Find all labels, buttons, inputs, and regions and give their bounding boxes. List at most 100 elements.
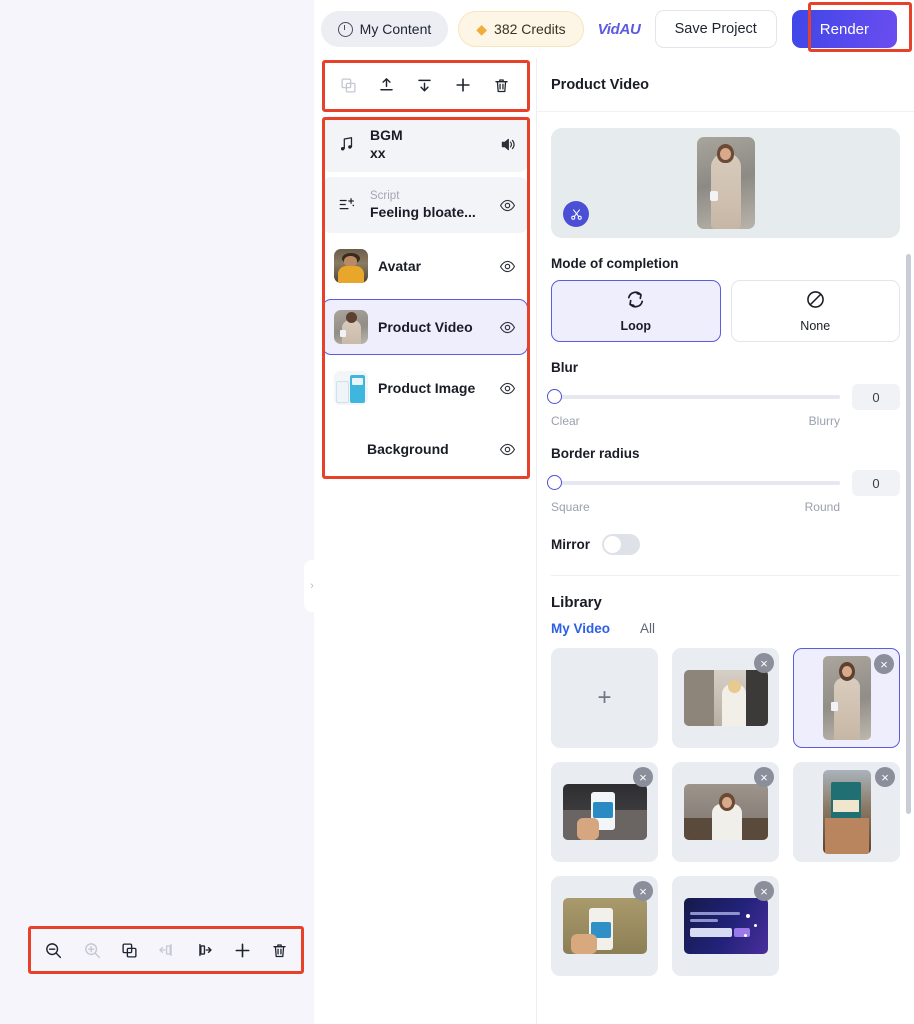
mode-options: Loop None (551, 280, 900, 342)
border-radius-slider-thumb[interactable] (547, 475, 562, 490)
library-grid: + × × × × × × × (551, 648, 900, 976)
layer-text: Script Feeling bloate... (370, 189, 488, 222)
library-item[interactable]: × (672, 876, 779, 976)
mode-option-none[interactable]: None (730, 280, 900, 342)
remove-icon[interactable]: × (754, 881, 774, 901)
canvas-area[interactable]: › (0, 0, 320, 1024)
border-radius-slider[interactable] (547, 475, 840, 490)
library-item[interactable]: × (672, 762, 779, 862)
layer-title: BGM (370, 126, 403, 143)
remove-icon[interactable]: × (874, 654, 894, 674)
split-right-icon[interactable] (195, 941, 213, 959)
library-item[interactable]: × (793, 762, 900, 862)
library-title: Library (551, 594, 602, 611)
send-to-back-icon[interactable] (416, 77, 433, 94)
eye-icon[interactable] (498, 258, 516, 275)
zoom-out-icon[interactable] (44, 941, 63, 960)
tab-all[interactable]: All (640, 621, 655, 636)
layer-title: Feeling bloate... (370, 204, 476, 221)
library-thumbnail (562, 898, 647, 954)
layer-thumbnail (334, 310, 368, 344)
layer-title: Product Video (378, 318, 473, 335)
eye-icon[interactable] (498, 380, 516, 397)
library-thumbnail (683, 898, 768, 954)
mirror-toggle[interactable] (602, 534, 641, 555)
remove-icon[interactable]: × (633, 767, 653, 787)
layer-row-bgm[interactable]: BGM xx (322, 116, 528, 172)
remove-icon[interactable]: × (875, 767, 895, 787)
blur-slider-thumb[interactable] (547, 389, 562, 404)
tab-my-video[interactable]: My Video (551, 621, 610, 636)
library-add-button[interactable]: + (551, 648, 658, 748)
delete-icon[interactable] (271, 942, 288, 959)
my-content-label: My Content (359, 21, 432, 37)
library-item[interactable]: × (551, 876, 658, 976)
plus-icon: + (597, 684, 612, 711)
layer-text: Background (334, 440, 488, 459)
mirror-row: Mirror (551, 534, 900, 555)
library-item-selected[interactable]: × (793, 648, 900, 748)
delete-icon[interactable] (493, 77, 510, 94)
clip-preview[interactable] (551, 128, 900, 238)
border-radius-slider-endpoints: Square Round (551, 500, 900, 514)
blur-slider[interactable] (547, 389, 840, 404)
properties-scrollbar[interactable] (906, 254, 911, 814)
remove-icon[interactable]: × (754, 653, 774, 673)
properties-panel: Product Video Mode of completion Loop No… (536, 58, 914, 1024)
eye-icon[interactable] (498, 319, 516, 336)
library-tabs: My Video All (551, 621, 900, 636)
scissors-icon[interactable] (563, 201, 589, 227)
blur-max-label: Blurry (808, 414, 840, 428)
border-radius-value[interactable]: 0 (852, 470, 900, 496)
layer-row-avatar[interactable]: Avatar (322, 238, 528, 294)
library-item[interactable]: × (672, 648, 779, 748)
library-thumbnail (822, 656, 871, 740)
zoom-in-icon[interactable] (83, 941, 102, 960)
music-icon (334, 135, 360, 153)
remove-icon[interactable]: × (754, 767, 774, 787)
script-icon (334, 196, 360, 214)
duplicate-icon[interactable] (340, 77, 357, 94)
blur-slider-endpoints: Clear Blurry (551, 414, 900, 428)
app-root: › My Content ◆ 382 Credits VidAU Save Pr… (0, 0, 914, 1024)
layer-thumbnail (334, 249, 368, 283)
mirror-label: Mirror (551, 537, 591, 552)
layer-text: Product Image (378, 379, 488, 398)
layer-row-script[interactable]: Script Feeling bloate... (322, 177, 528, 233)
add-icon[interactable] (454, 76, 472, 94)
layer-kind-label: Script (370, 189, 400, 202)
layer-row-product-video[interactable]: Product Video (322, 299, 528, 355)
remove-icon[interactable]: × (633, 881, 653, 901)
border-radius-max-label: Round (804, 500, 840, 514)
layer-title: Product Image (378, 379, 476, 396)
render-button[interactable]: Render (791, 10, 897, 48)
blur-min-label: Clear (551, 414, 580, 428)
credits-badge[interactable]: ◆ 382 Credits (458, 11, 584, 47)
credits-label: 382 Credits (494, 21, 566, 37)
library-item[interactable]: × (551, 762, 658, 862)
save-project-button[interactable]: Save Project (654, 10, 777, 48)
split-left-icon[interactable] (158, 941, 176, 959)
properties-body: Mode of completion Loop None Blur 0 Clea… (537, 112, 914, 976)
layer-text: Avatar (378, 257, 488, 276)
add-icon[interactable] (233, 941, 252, 960)
library-thumbnail (822, 770, 871, 854)
my-content-button[interactable]: My Content (320, 11, 449, 47)
bring-to-front-icon[interactable] (378, 77, 395, 94)
eye-icon[interactable] (498, 197, 516, 214)
volume-icon[interactable] (498, 136, 516, 153)
mode-option-loop[interactable]: Loop (551, 280, 721, 342)
eye-icon[interactable] (498, 441, 516, 458)
layer-row-background[interactable]: Background (322, 421, 528, 477)
library-thumbnail (683, 670, 768, 726)
layer-row-product-image[interactable]: Product Image (322, 360, 528, 416)
blur-label: Blur (551, 360, 578, 375)
library-thumbnail (562, 784, 647, 840)
layer-toolbar (314, 58, 536, 112)
timeline-toolbar (34, 932, 298, 968)
blur-value[interactable]: 0 (852, 384, 900, 410)
duplicate-icon[interactable] (121, 942, 138, 959)
blur-slider-wrap: 0 Clear Blurry (547, 384, 900, 428)
layer-list: BGM xx Script Feeling bloate... Avatar P… (314, 112, 536, 477)
layer-text: Product Video (378, 318, 488, 337)
